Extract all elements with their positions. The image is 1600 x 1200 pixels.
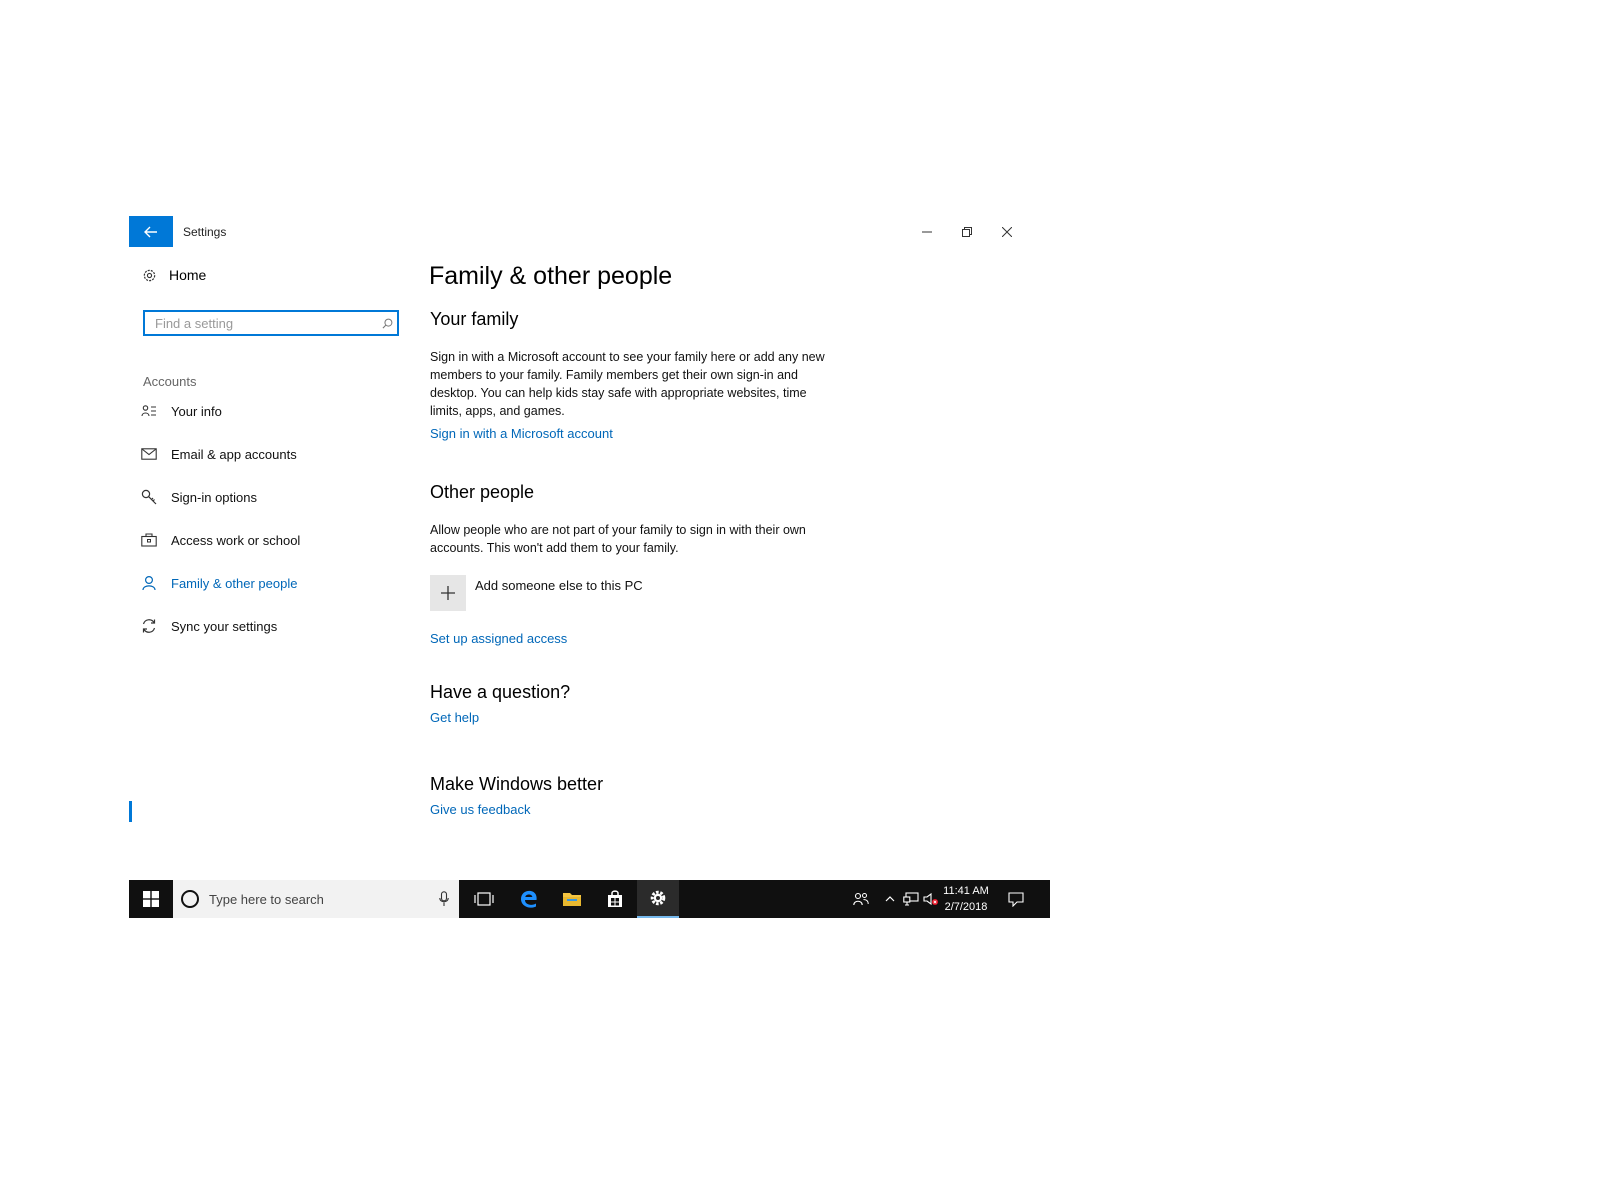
- taskbar-search[interactable]: [173, 880, 459, 918]
- sidebar-item-label: Your info: [171, 403, 222, 419]
- sidebar-item-home[interactable]: Home: [141, 267, 206, 283]
- minimize-button[interactable]: [907, 216, 947, 247]
- taskbar: 11:41 AM 2/7/2018: [129, 880, 1050, 918]
- taskbar-search-input[interactable]: [207, 890, 429, 908]
- store-bag-icon: [608, 890, 622, 907]
- page-title: Family & other people: [429, 262, 673, 290]
- minimize-icon: [922, 231, 932, 232]
- sidebar-item-your-info[interactable]: Your info: [141, 399, 222, 423]
- give-feedback-link[interactable]: Give us feedback: [430, 802, 530, 817]
- sidebar-item-family[interactable]: Family & other people: [141, 571, 297, 595]
- settings-window: Settings Home Accounts: [129, 216, 1050, 880]
- people-button[interactable]: [849, 880, 873, 918]
- clock-time: 11:41 AM: [943, 885, 989, 897]
- close-button[interactable]: [987, 216, 1027, 247]
- search-box[interactable]: [143, 310, 399, 336]
- clock-date: 2/7/2018: [944, 901, 988, 913]
- window-title: Settings: [183, 225, 227, 239]
- notification-icon: [1008, 891, 1024, 907]
- add-someone-label[interactable]: Add someone else to this PC: [475, 578, 643, 593]
- show-hidden-icons-button[interactable]: [881, 880, 899, 918]
- sidebar-item-label: Sign-in options: [171, 489, 257, 505]
- sidebar-item-email[interactable]: Email & app accounts: [141, 442, 297, 466]
- active-indicator: [129, 801, 132, 822]
- person-icon: [141, 575, 157, 591]
- assigned-access-link[interactable]: Set up assigned access: [430, 631, 567, 646]
- get-help-link[interactable]: Get help: [430, 710, 479, 725]
- key-icon: [141, 489, 157, 505]
- sidebar-item-label: Email & app accounts: [171, 446, 297, 462]
- briefcase-icon: [141, 532, 157, 548]
- section-label-accounts: Accounts: [143, 374, 197, 389]
- sync-icon: [141, 618, 157, 634]
- volume-muted-icon: [923, 892, 938, 906]
- cortana-icon[interactable]: [173, 889, 207, 909]
- folder-icon: [563, 893, 581, 906]
- network-icon: [903, 892, 919, 906]
- file-explorer-button[interactable]: [551, 880, 593, 918]
- title-bar: Settings: [129, 216, 1050, 248]
- volume-button[interactable]: [921, 880, 941, 918]
- sidebar-item-work-school[interactable]: Access work or school: [141, 528, 300, 552]
- start-button[interactable]: [129, 880, 173, 918]
- sidebar-item-label: Sync your settings: [171, 618, 278, 634]
- taskbar-clock[interactable]: 11:41 AM 2/7/2018: [940, 883, 992, 915]
- sidebar-item-sign-in[interactable]: Sign-in options: [141, 485, 257, 509]
- gear-icon: [650, 890, 666, 906]
- chevron-up-icon: [885, 896, 895, 902]
- arrow-left-icon: [144, 226, 157, 237]
- people-icon: [853, 892, 869, 906]
- person-card-icon: [141, 403, 157, 419]
- add-someone-button[interactable]: [430, 575, 466, 611]
- back-button[interactable]: [129, 216, 173, 247]
- plus-icon: [441, 586, 455, 600]
- edge-browser-icon: [521, 890, 537, 908]
- settings-taskbar-button[interactable]: [637, 880, 679, 918]
- your-family-description: Sign in with a Microsoft account to see …: [430, 350, 825, 418]
- question-heading: Have a question?: [430, 682, 571, 702]
- close-icon: [1002, 226, 1012, 237]
- store-button[interactable]: [594, 880, 636, 918]
- restore-icon: [962, 226, 972, 237]
- search-icon[interactable]: [377, 318, 397, 329]
- gear-icon: [141, 267, 157, 283]
- other-people-heading: Other people: [430, 482, 535, 502]
- sidebar-item-label: Access work or school: [171, 532, 301, 548]
- envelope-icon: [141, 446, 157, 462]
- sign-in-microsoft-link[interactable]: Sign in with a Microsoft account: [430, 426, 613, 441]
- sidebar-item-label: Family & other people: [171, 575, 298, 591]
- search-input[interactable]: [145, 314, 377, 332]
- your-family-heading: Your family: [430, 309, 519, 329]
- microphone-icon[interactable]: [429, 891, 459, 907]
- home-label: Home: [169, 267, 207, 283]
- windows-logo-icon: [143, 891, 159, 907]
- task-view-icon: [474, 892, 494, 906]
- sidebar-item-sync[interactable]: Sync your settings: [141, 614, 277, 638]
- restore-button[interactable]: [947, 216, 987, 247]
- feedback-heading: Make Windows better: [430, 774, 604, 794]
- action-center-button[interactable]: [1001, 880, 1031, 918]
- sidebar: Home Accounts Your info Email & app acco…: [129, 256, 419, 856]
- network-button[interactable]: [901, 880, 921, 918]
- edge-button[interactable]: [508, 880, 550, 918]
- other-people-description: Allow people who are not part of your fa…: [430, 523, 806, 555]
- task-view-button[interactable]: [463, 880, 505, 918]
